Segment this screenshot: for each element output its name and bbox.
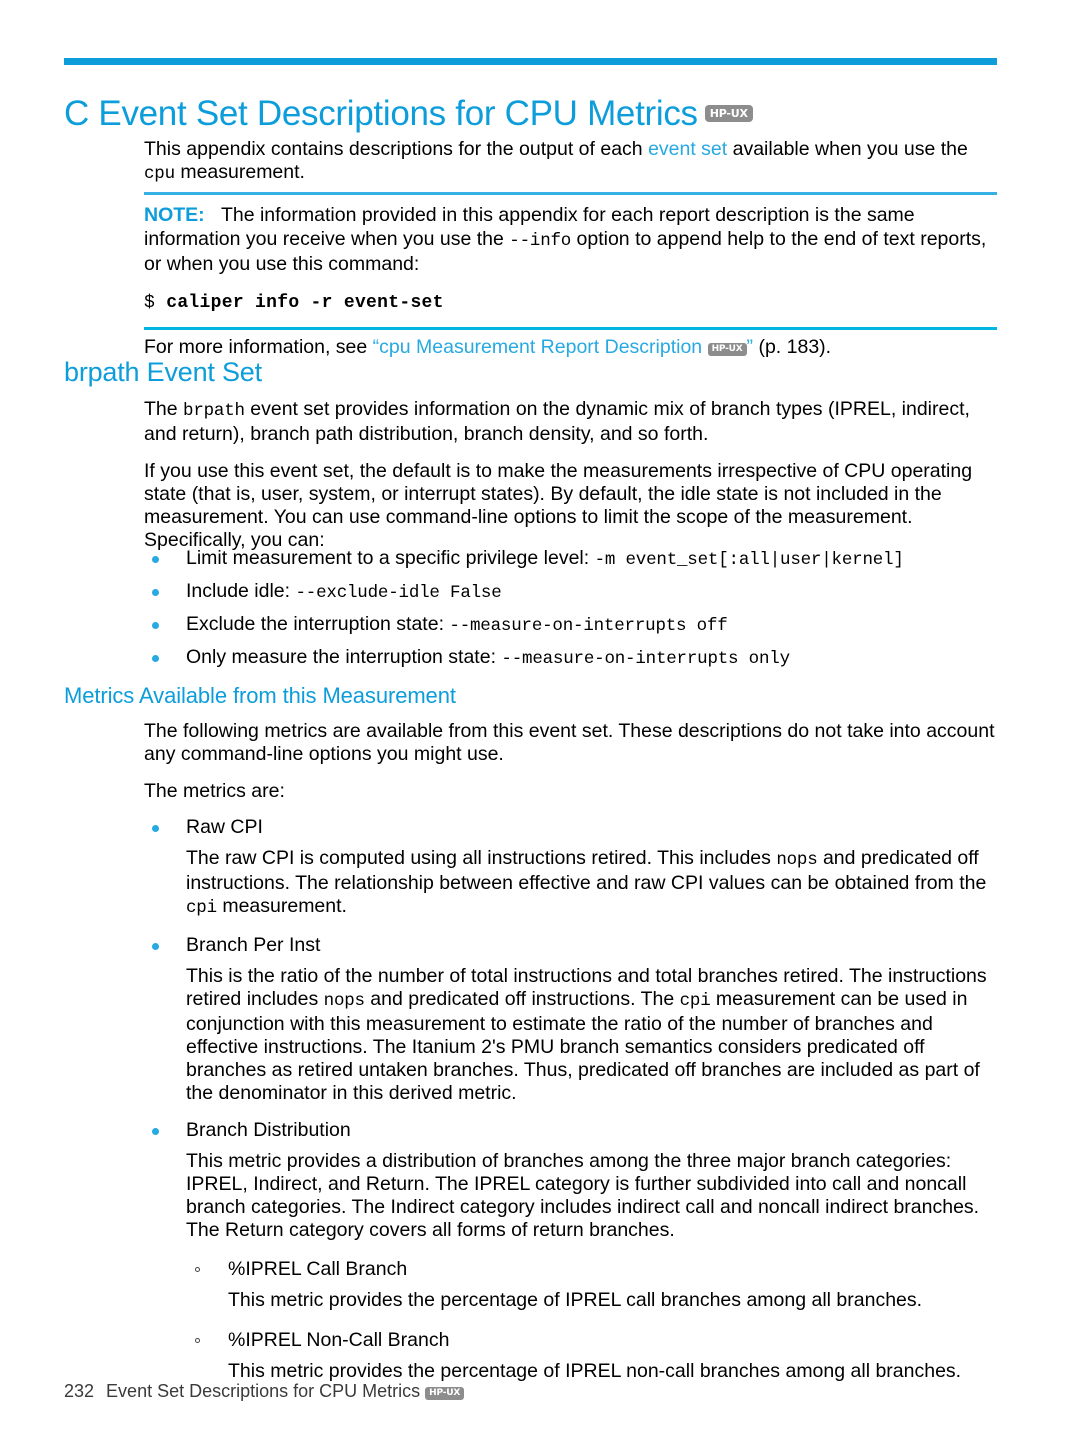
metrics-list-item-branch-distribution: Branch Distribution — [144, 1119, 997, 1142]
cpu-code: cpu — [144, 164, 175, 184]
list-item: Raw CPI — [144, 816, 997, 839]
document-page: C Event Set Descriptions for CPU Metrics… — [0, 0, 1080, 1438]
cpi-code: cpi — [186, 898, 217, 918]
branch-distribution-sublist-2: %IPREL Non-Call Branch — [186, 1329, 997, 1352]
option-label: Exclude the interruption state: — [186, 613, 450, 635]
option-label: Only measure the interruption state: — [186, 646, 502, 668]
header-rule — [64, 58, 997, 65]
hp-ux-badge-icon: HP-UX — [707, 342, 747, 356]
xref-prefix: For more information, see — [144, 335, 373, 358]
branch-distribution-description-wrap: This metric provides a distribution of b… — [144, 1150, 997, 1383]
info-option-code: --info — [509, 230, 572, 251]
hp-ux-badge-icon: HP-UX — [425, 1387, 465, 1400]
metrics-body: The following metrics are available from… — [144, 720, 997, 1383]
list-item: %IPREL Call Branch — [186, 1258, 997, 1281]
command-line: $ caliper info -r event-set — [144, 293, 997, 313]
option-code: -m event_set[:all|user|kernel] — [594, 550, 904, 570]
footer-text: Event Set Descriptions for CPU Metrics — [106, 1381, 421, 1401]
branch-distribution-sublist: %IPREL Call Branch — [186, 1258, 997, 1281]
brpath-code: brpath — [183, 401, 245, 421]
raw-cpi-text-c: measurement. — [216, 895, 347, 917]
intro-text-1: This appendix contains descriptions for … — [144, 138, 649, 160]
raw-cpi-description-wrap: The raw CPI is computed using all instru… — [144, 847, 997, 920]
brpath-p1-a: The — [144, 398, 184, 420]
option-label: Include idle: — [186, 580, 296, 602]
branch-per-inst-description: This is the ratio of the number of total… — [186, 965, 997, 1105]
xref-link-text: cpu Measurement Report Description — [379, 335, 703, 358]
raw-cpi-description: The raw CPI is computed using all instru… — [186, 847, 997, 920]
event-set-link[interactable]: event set — [648, 138, 727, 160]
page-title: C Event Set Descriptions for CPU Metrics… — [64, 95, 753, 134]
metrics-lead: The metrics are: — [144, 780, 285, 802]
cross-reference: For more information, see “cpu Measureme… — [144, 336, 997, 359]
xref-suffix: (p. 183). — [753, 335, 832, 358]
cpi-code: cpi — [679, 991, 711, 1011]
list-item: Only measure the interruption state: --m… — [144, 646, 1024, 671]
metrics-list-item-raw-cpi: Raw CPI — [144, 816, 997, 839]
branch-per-inst-description-wrap: This is the ratio of the number of total… — [144, 965, 997, 1105]
xref-link[interactable]: “cpu Measurement Report Description HP-U… — [373, 336, 753, 358]
intro-block: This appendix contains descriptions for … — [144, 138, 997, 200]
intro-text-2: available when you use the — [727, 138, 968, 160]
note-callout: NOTE: The information provided in this a… — [144, 192, 997, 330]
list-item: %IPREL Non-Call Branch — [186, 1329, 997, 1352]
bpi-text-b: and predicated off instructions. The — [364, 988, 680, 1010]
brpath-body: The brpath event set provides informatio… — [144, 398, 997, 564]
page-footer: 232 Event Set Descriptions for CPU Metric… — [64, 1381, 465, 1402]
option-code: --measure-on-interrupts off — [449, 616, 728, 636]
list-item: Include idle: --exclude-idle False — [144, 580, 1024, 605]
section-heading-brpath: brpath Event Set — [64, 357, 262, 387]
option-label: Limit measurement to a specific privileg… — [186, 547, 595, 569]
iprel-call-branch-description: This metric provides the percentage of I… — [228, 1289, 923, 1311]
nops-code: nops — [323, 991, 365, 1011]
intro-text-3: measurement. — [174, 161, 305, 183]
metrics-intro: The following metrics are available from… — [144, 720, 995, 765]
shell-prompt: $ — [144, 292, 156, 313]
iprel-noncall-branch-description: This metric provides the percentage of I… — [228, 1360, 962, 1382]
list-item: Limit measurement to a specific privileg… — [144, 547, 1024, 572]
nops-code: nops — [776, 850, 818, 870]
branch-distribution-description: This metric provides a distribution of b… — [186, 1150, 980, 1241]
command-text: caliper info -r event-set — [166, 292, 444, 313]
note-body: NOTE: The information provided in this a… — [144, 204, 997, 277]
brpath-p1-b: event set provides information on the dy… — [144, 398, 970, 445]
footer-page-number: 232 — [64, 1381, 95, 1401]
intro-paragraph: This appendix contains descriptions for … — [144, 138, 997, 186]
note-label: NOTE: — [144, 204, 205, 226]
hp-ux-badge-icon: HP-UX — [704, 105, 753, 123]
brpath-paragraph-1: The brpath event set provides informatio… — [144, 398, 997, 446]
list-item: Branch Per Inst — [144, 934, 997, 957]
options-list-wrap: Limit measurement to a specific privileg… — [144, 547, 1024, 679]
option-code: --exclude-idle False — [295, 583, 502, 603]
subsection-heading-metrics: Metrics Available from this Measurement — [64, 683, 456, 708]
brpath-paragraph-2: If you use this event set, the default i… — [144, 460, 973, 551]
options-list: Limit measurement to a specific privileg… — [144, 547, 1024, 671]
raw-cpi-text-a: The raw CPI is computed using all instru… — [186, 847, 777, 869]
list-item: Exclude the interruption state: --measur… — [144, 613, 1024, 638]
option-code: --measure-on-interrupts only — [501, 649, 790, 669]
chapter-title-text: C Event Set Descriptions for CPU Metrics — [64, 94, 698, 134]
metrics-list-item-branch-per-inst: Branch Per Inst — [144, 934, 997, 957]
list-item: Branch Distribution — [144, 1119, 997, 1142]
